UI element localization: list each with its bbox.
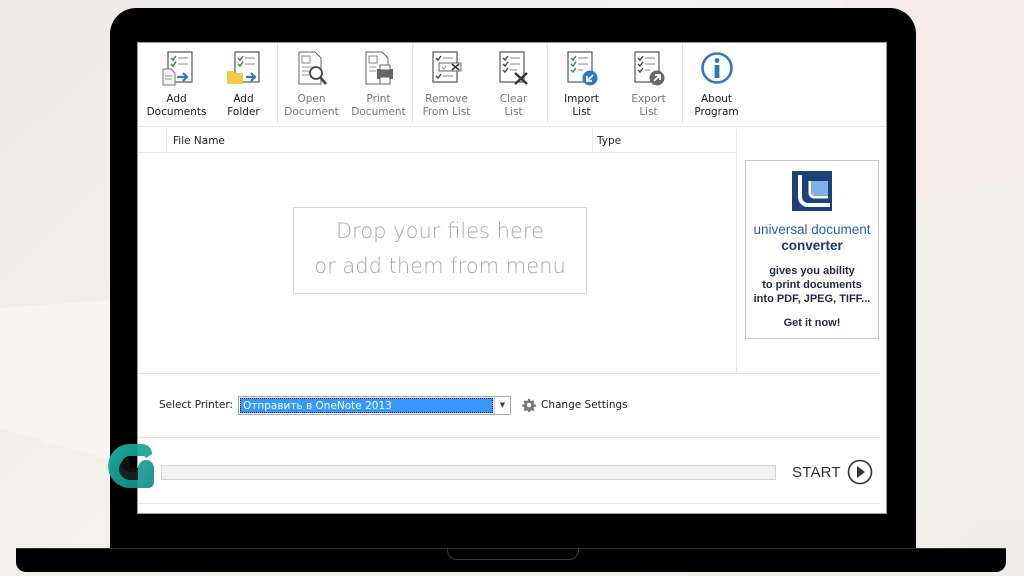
watermark-logo-icon — [108, 444, 154, 488]
drop-zone-line2: or add them from menu — [314, 254, 566, 278]
start-label: START — [792, 463, 841, 481]
print-document-button[interactable]: Print Document — [345, 51, 412, 123]
clear-list-button[interactable]: Clear List — [480, 51, 547, 123]
print-document-label: Print Document — [351, 93, 406, 118]
add-documents-label: Add Documents — [146, 93, 207, 118]
add-folder-icon — [226, 51, 260, 84]
divider — [138, 373, 880, 374]
about-program-label: About Program — [694, 93, 739, 118]
add-folder-label: Add Folder — [227, 93, 260, 118]
column-header-type[interactable]: Type — [593, 129, 736, 152]
change-settings-button[interactable]: Change Settings — [522, 398, 628, 412]
divider — [138, 437, 880, 438]
remove-from-list-button[interactable]: Remove From List — [413, 51, 480, 123]
add-documents-button[interactable]: Add Documents — [143, 51, 210, 123]
clear-list-icon — [498, 51, 528, 85]
add-documents-icon — [162, 51, 193, 86]
select-printer-label: Select Printer: — [159, 399, 234, 411]
file-list-header: File Name Type — [138, 129, 736, 153]
column-header-checkbox — [138, 129, 167, 152]
clear-list-label: Clear List — [499, 93, 528, 118]
ad-title-line2: converter — [781, 238, 843, 253]
ad-cta-link[interactable]: Get it now! — [746, 317, 878, 329]
divider — [736, 129, 737, 373]
printer-selected-value: Отправить в OneNote 2013 — [240, 397, 493, 413]
play-icon — [847, 459, 873, 485]
chevron-down-icon[interactable]: ▼ — [494, 396, 510, 414]
gear-icon — [522, 398, 536, 412]
export-list-icon — [633, 51, 664, 86]
printer-dropdown[interactable]: Отправить в OneNote 2013 ▼ — [238, 395, 511, 415]
laptop-notch — [447, 548, 579, 560]
ad-banner[interactable]: universal document converter gives you a… — [745, 160, 879, 339]
remove-from-list-label: Remove From List — [422, 93, 471, 118]
drop-zone-line1: Drop your files here — [335, 219, 544, 243]
about-program-button[interactable]: About Program — [683, 51, 750, 123]
import-list-button[interactable]: Import List — [548, 51, 615, 123]
progress-bar — [161, 465, 776, 480]
add-folder-button[interactable]: Add Folder — [210, 51, 277, 123]
toolbar: Add Documents Add Folder Open Document P… — [138, 43, 886, 127]
toolbar-group-about: About Program — [683, 43, 750, 123]
export-list-label: Export List — [631, 93, 666, 118]
toolbar-group-document: Open Document Print Document — [278, 43, 413, 123]
print-document-icon — [365, 51, 393, 85]
app-window: Add Documents Add Folder Open Document P… — [137, 42, 887, 514]
divider — [138, 503, 880, 504]
open-document-button[interactable]: Open Document — [278, 51, 345, 123]
import-list-label: Import List — [564, 93, 599, 118]
import-list-icon — [566, 51, 597, 86]
open-document-icon — [298, 51, 327, 85]
change-settings-label: Change Settings — [541, 399, 628, 411]
export-list-button[interactable]: Export List — [615, 51, 682, 123]
info-icon — [700, 52, 733, 84]
printer-row: Select Printer: Отправить в OneNote 2013… — [159, 395, 628, 415]
drop-zone[interactable]: Drop your files here or add them from me… — [293, 207, 587, 294]
toolbar-group-import-export: Import List Export List — [548, 43, 683, 123]
open-document-label: Open Document — [284, 93, 339, 118]
column-header-file-name[interactable]: File Name — [167, 129, 593, 152]
ad-title-line1: universal document — [753, 222, 871, 237]
udc-logo-icon — [792, 171, 832, 211]
remove-from-list-icon — [431, 51, 461, 83]
toolbar-group-list-edit: Remove From List Clear List — [413, 43, 548, 123]
toolbar-group-add: Add Documents Add Folder — [143, 43, 278, 123]
ad-description: gives you ability to print documents int… — [753, 265, 871, 305]
start-button[interactable]: START — [792, 459, 873, 485]
